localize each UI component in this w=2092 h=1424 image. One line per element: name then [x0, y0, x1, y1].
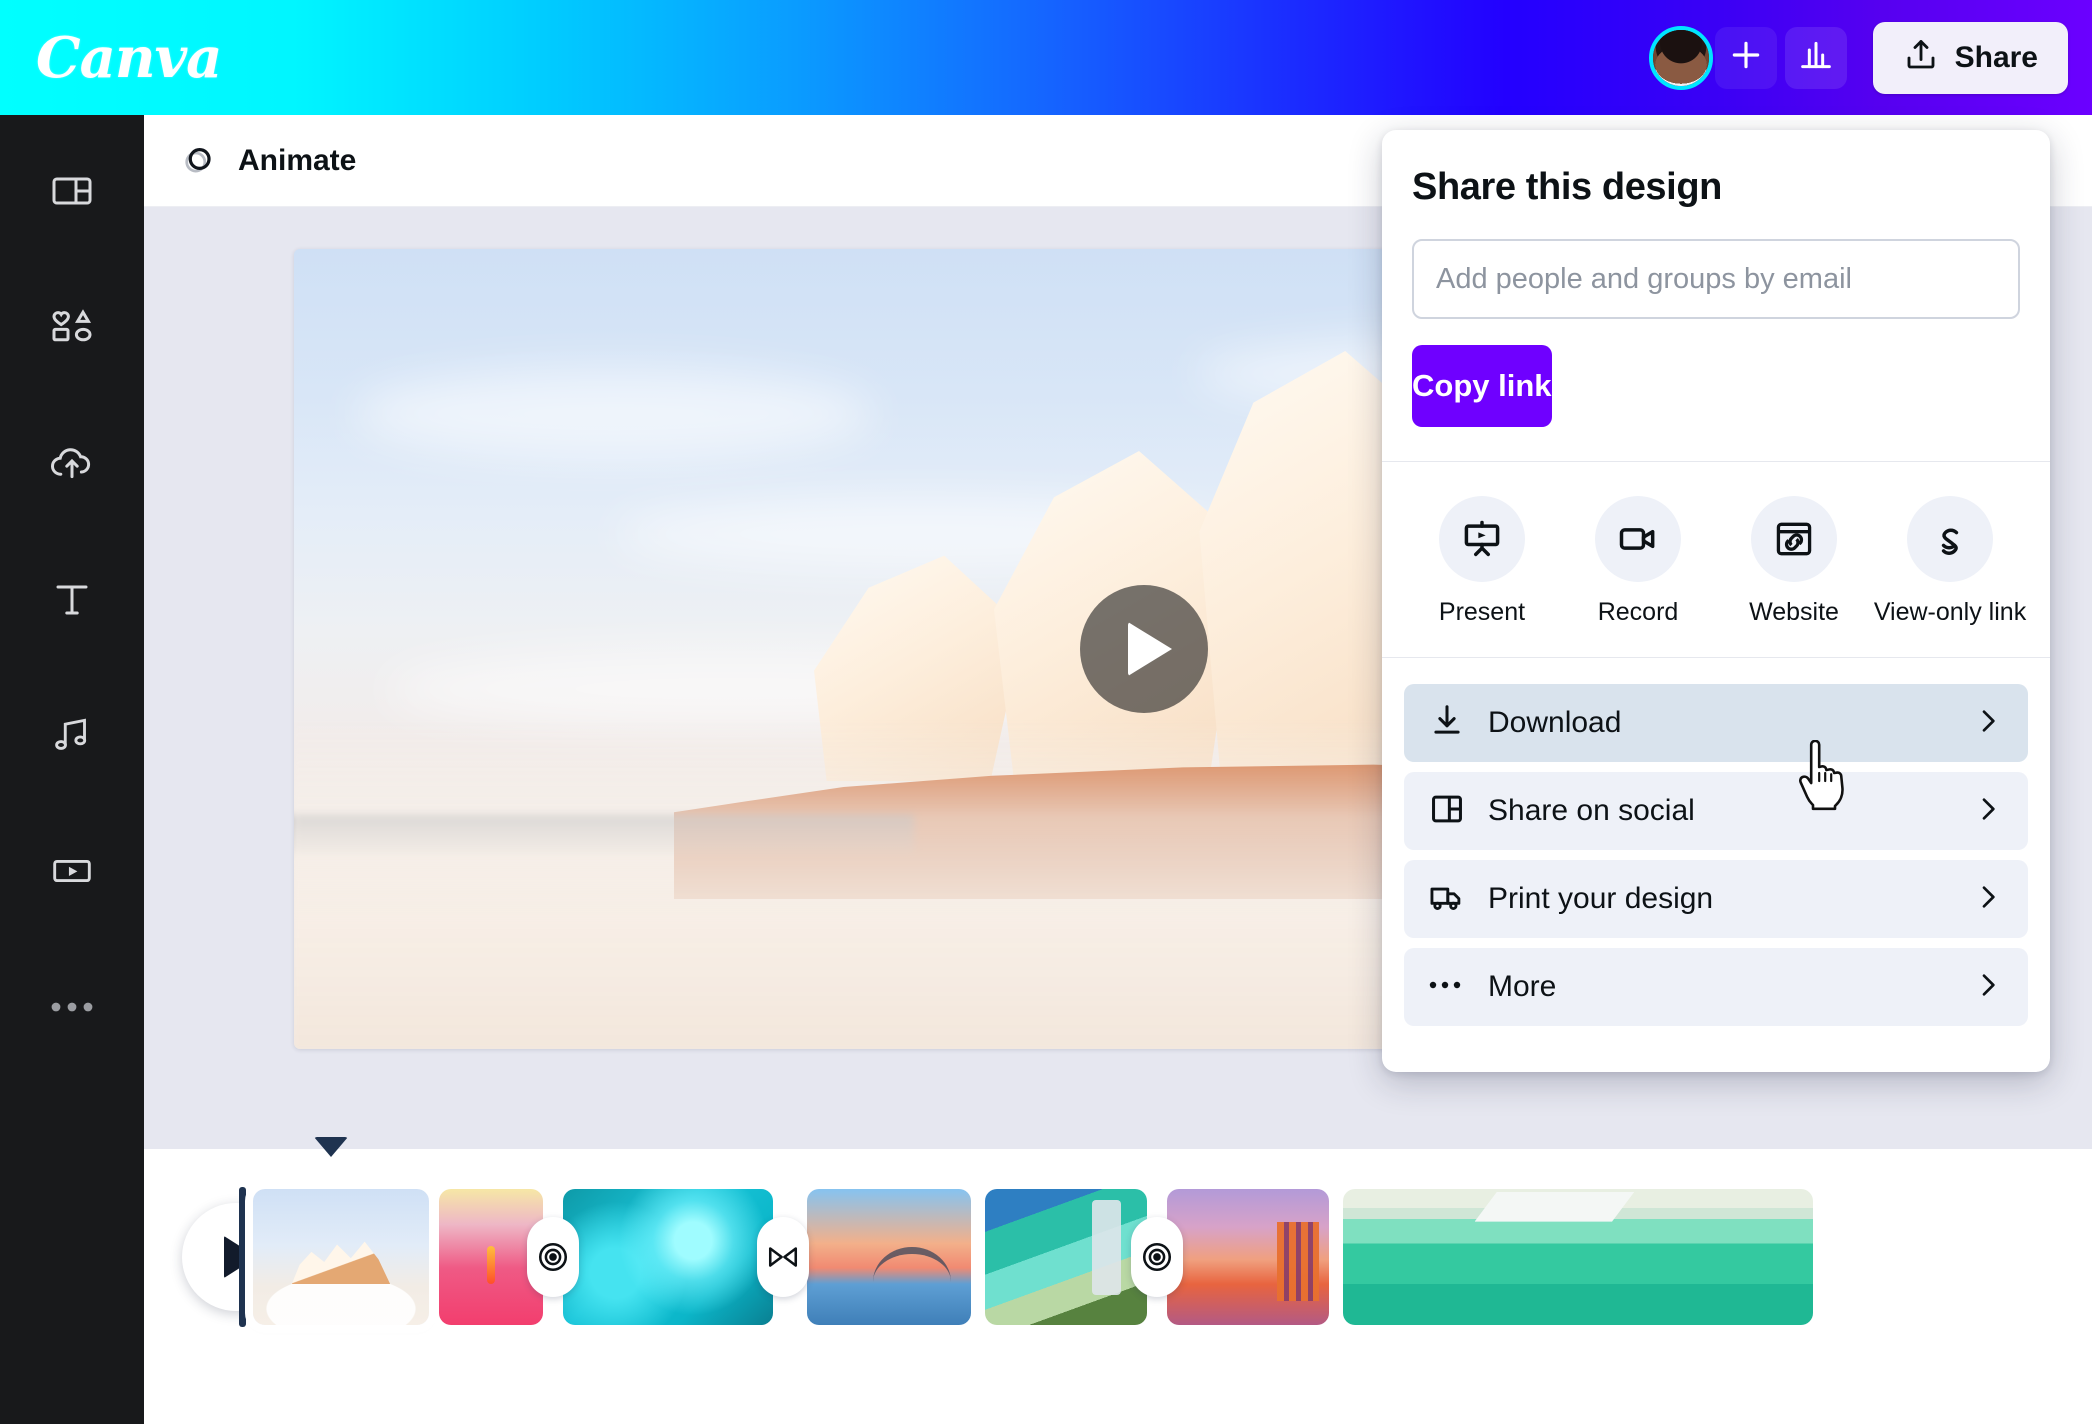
quick-action-label: View-only link: [1873, 598, 2027, 626]
music-note-icon: [47, 710, 97, 765]
sidebar-item-videos[interactable]: [24, 835, 120, 911]
shapes-elements-icon: [46, 301, 98, 358]
transition-bowtie-icon[interactable]: [757, 1217, 809, 1297]
quick-actions-row: Present Record Website View-only link: [1382, 462, 2050, 657]
text-t-icon: [48, 575, 96, 628]
menu-item-label: Print your design: [1488, 882, 1714, 915]
share-button[interactable]: Share: [1872, 21, 2068, 94]
playhead-marker[interactable]: [314, 1137, 348, 1157]
avatar-image: [1652, 29, 1709, 86]
email-input[interactable]: [1436, 262, 1996, 296]
canva-logo[interactable]: Canva: [36, 30, 222, 86]
link-chain-icon: [1907, 496, 1993, 582]
playhead-bar[interactable]: [239, 1187, 246, 1327]
menu-item-more[interactable]: More: [1404, 948, 2028, 1026]
timeline-clip-opera-house[interactable]: [245, 1181, 437, 1333]
design-layout-icon: [48, 167, 96, 220]
top-bar-actions: Share: [1648, 0, 2068, 115]
menu-item-share-on-social[interactable]: Share on social: [1404, 772, 2028, 850]
sidebar-item-elements[interactable]: [24, 291, 120, 367]
add-collaborator-button[interactable]: [1714, 26, 1777, 89]
avatar[interactable]: [1648, 25, 1713, 90]
more-dots-icon: [1428, 978, 1466, 996]
menu-item-download[interactable]: Download: [1404, 684, 2028, 762]
menu-item-label: More: [1488, 970, 1557, 1003]
menu-item-print-your-design[interactable]: Print your design: [1404, 860, 2028, 938]
timeline-clip-gold-coast[interactable]: [1167, 1189, 1329, 1325]
cloud-upload-icon: [46, 437, 98, 494]
share-panel: Share this design Copy link Present: [1382, 130, 2050, 1072]
left-sidebar: [0, 115, 144, 1424]
share-panel-header: Share this design: [1382, 130, 2050, 209]
quick-action-present[interactable]: Present: [1407, 496, 1557, 627]
canvas-play-button[interactable]: [1080, 585, 1208, 713]
timeline-clip-bondi-pool[interactable]: [985, 1189, 1147, 1325]
video-play-icon: [47, 846, 97, 901]
timeline-clip-harbour-bridge[interactable]: [807, 1189, 971, 1325]
quick-action-label: Record: [1597, 598, 1679, 626]
quick-action-website[interactable]: Website: [1719, 496, 1869, 627]
analytics-button[interactable]: [1784, 26, 1847, 89]
quick-action-label: Website: [1749, 598, 1839, 626]
copy-link-button[interactable]: Copy link: [1412, 345, 1552, 427]
menu-item-label: Share on social: [1488, 794, 1695, 827]
play-icon: [1128, 622, 1172, 676]
top-bar: Canva Share: [0, 0, 2092, 115]
video-camera-icon: [1595, 496, 1681, 582]
chevron-right-icon: [1972, 881, 2004, 918]
quick-action-record[interactable]: Record: [1563, 496, 1713, 627]
more-dots-icon: [48, 999, 96, 1020]
quick-action-label: Present: [1438, 598, 1526, 626]
share-panel-title: Share this design: [1412, 166, 1722, 208]
sidebar-item-design[interactable]: [24, 155, 120, 231]
download-arrow-icon: [1428, 702, 1466, 745]
animate-button[interactable]: Animate: [178, 137, 356, 184]
transition-circle-icon[interactable]: [527, 1217, 579, 1297]
delivery-truck-icon: [1428, 878, 1466, 921]
transition-circle-icon[interactable]: [1131, 1217, 1183, 1297]
menu-item-label: Download: [1488, 706, 1622, 739]
chevron-right-icon: [1972, 969, 2004, 1006]
plus-icon: [1726, 35, 1766, 80]
share-button-label: Share: [1954, 40, 2038, 74]
chevron-right-icon: [1972, 793, 2004, 830]
pointing-hand-cursor: [1788, 739, 1852, 817]
timeline-clip-cyan-water[interactable]: [563, 1189, 773, 1325]
sidebar-item-audio[interactable]: [24, 699, 120, 775]
timeline-clip-strip: [239, 1181, 1813, 1333]
upload-icon: [1903, 37, 1939, 78]
share-menu-list: Download Share on social Print your desi…: [1382, 658, 2050, 1050]
sidebar-item-uploads[interactable]: [24, 427, 120, 503]
website-link-icon: [1751, 496, 1837, 582]
sidebar-item-more[interactable]: [24, 971, 120, 1047]
canva-editor-window: Canva Share Animate Share this design Ad…: [0, 0, 2092, 1424]
quick-action-view-only-link[interactable]: View-only link: [1873, 496, 2027, 627]
sidebar-item-text[interactable]: [24, 563, 120, 639]
timeline-bar: [144, 1137, 2092, 1424]
email-input-wrapper[interactable]: [1412, 239, 2020, 319]
bar-chart-icon: [1796, 35, 1836, 80]
animate-circles-icon: [178, 137, 220, 184]
chevron-right-icon: [1972, 705, 2004, 742]
timeline-clip-turquoise-beach[interactable]: [1343, 1189, 1813, 1325]
present-screen-icon: [1439, 496, 1525, 582]
social-panels-icon: [1428, 790, 1466, 833]
animate-label: Animate: [238, 143, 357, 177]
